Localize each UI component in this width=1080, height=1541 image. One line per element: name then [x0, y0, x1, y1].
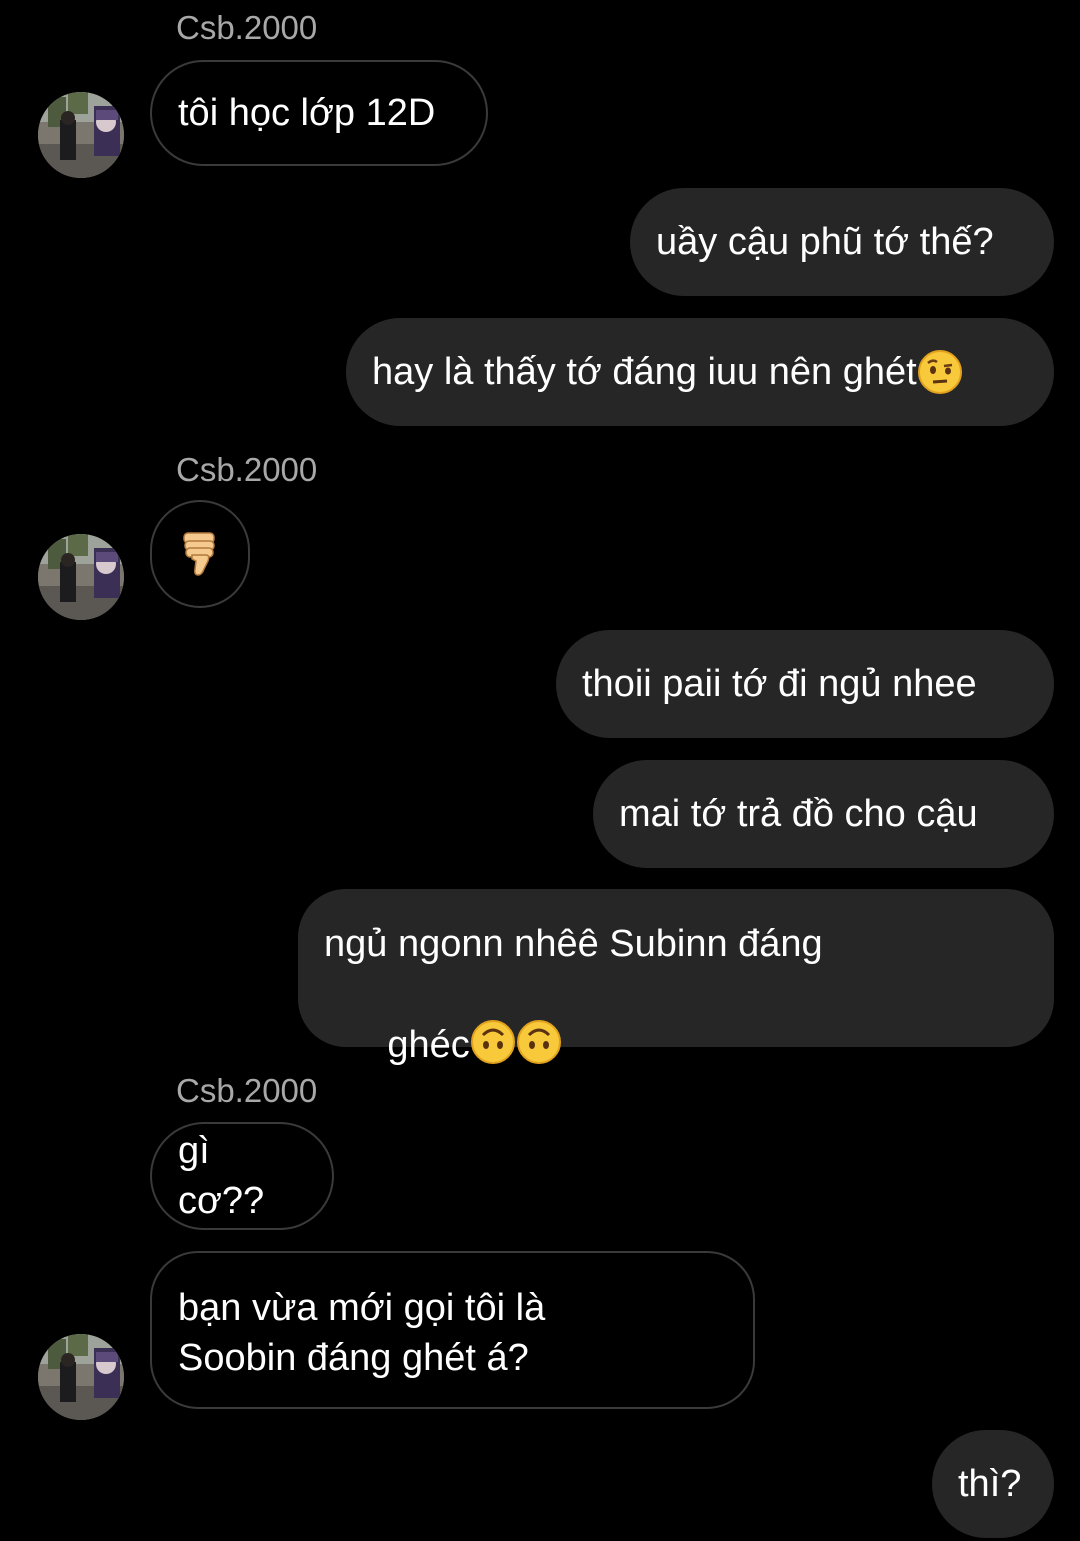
contact-avatar[interactable]	[38, 92, 124, 178]
message-bubble-outgoing[interactable]: ngủ ngonn nhêê Subinn đáng ghéc	[298, 889, 1054, 1066]
message-bubble-incoming[interactable]: tôi học lớp 12D	[150, 60, 488, 166]
message-bubble-incoming[interactable]: bạn vừa mới gọi tôi là Soobin đáng ghét …	[150, 1251, 755, 1409]
sender-name: Csb.2000	[176, 1072, 318, 1109]
message-bubble-outgoing[interactable]: thoii paii tớ đi ngủ nhee	[556, 630, 1054, 738]
upside-down-face-icon	[516, 1020, 561, 1064]
upside-down-face-icon	[470, 1020, 515, 1064]
thumbs-down-icon	[183, 532, 215, 576]
message-bubble-incoming[interactable]: gì cơ??	[150, 1122, 334, 1230]
message-text-line: ngủ ngonn nhêê Subinn đáng	[324, 923, 823, 965]
message-text-line: bạn vừa mới gọi tôi là	[178, 1287, 546, 1329]
message-text-line: Soobin đáng ghét á?	[178, 1337, 529, 1379]
message-bubble-outgoing[interactable]: mai tớ trả đồ cho cậu	[593, 760, 1054, 868]
message-text: hay là thấy tớ đáng iuu nên ghét	[372, 351, 917, 393]
sender-name: Csb.2000	[176, 451, 318, 488]
sender-name: Csb.2000	[176, 9, 318, 46]
message-bubble-incoming[interactable]	[150, 500, 250, 608]
contact-avatar[interactable]	[38, 1334, 124, 1420]
message-text-line: ghéc	[387, 1024, 470, 1066]
contact-avatar[interactable]	[38, 534, 124, 620]
message-bubble-outgoing[interactable]: thì?	[932, 1430, 1054, 1538]
message-thread[interactable]: Csb.2000 tôi học lớp 12D uầy cậu phũ tớ …	[0, 0, 1080, 1541]
message-bubble-outgoing[interactable]: hay là thấy tớ đáng iuu nên ghét	[346, 318, 1054, 426]
raised-eyebrow-face-icon	[917, 350, 962, 394]
message-bubble-outgoing[interactable]: uầy cậu phũ tớ thế?	[630, 188, 1054, 296]
